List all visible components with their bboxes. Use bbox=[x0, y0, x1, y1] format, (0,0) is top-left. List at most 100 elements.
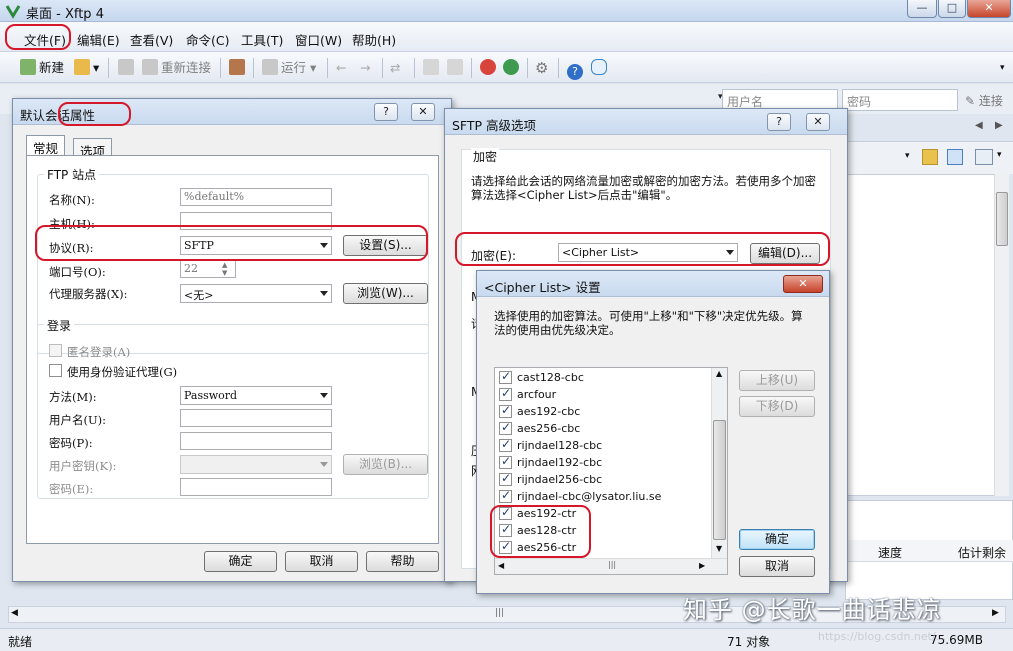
close-button[interactable]: ✕ bbox=[967, 0, 1011, 18]
auth-agent-checkbox[interactable] bbox=[49, 364, 62, 377]
connect-button[interactable]: ✎ 连接 bbox=[965, 92, 1003, 109]
col-speed[interactable]: 速度 bbox=[878, 544, 902, 561]
xshell-button[interactable] bbox=[480, 58, 499, 78]
menu-help[interactable]: 帮助(H) bbox=[352, 30, 396, 49]
scroll-thumb[interactable] bbox=[996, 192, 1008, 246]
tab-left-arrow-icon[interactable]: ◀ bbox=[975, 120, 983, 131]
menu-tools[interactable]: 工具(T) bbox=[241, 30, 283, 49]
run-button[interactable]: 运行 ▾ bbox=[262, 58, 316, 78]
dialog-close-icon[interactable]: ✕ bbox=[783, 275, 823, 293]
menu-edit[interactable]: 编辑(E) bbox=[77, 30, 120, 49]
cipher-checkbox[interactable] bbox=[499, 420, 512, 435]
back-arrow-icon[interactable]: ← bbox=[336, 58, 346, 78]
maximize-button[interactable]: □ bbox=[938, 0, 966, 18]
xftp-app-icon bbox=[5, 5, 21, 19]
cipher-list-vscroll[interactable]: ▲ ▼ bbox=[711, 368, 727, 558]
scroll-up-icon[interactable]: ▲ bbox=[716, 369, 722, 378]
userkey-select[interactable] bbox=[180, 455, 332, 474]
proxy-select[interactable]: <无> bbox=[180, 284, 332, 303]
remote-list-scrollbar[interactable] bbox=[994, 174, 1009, 496]
port-input[interactable]: 22 bbox=[180, 260, 236, 278]
menu-view[interactable]: 查看(V) bbox=[130, 30, 173, 49]
settings-button[interactable]: 设置(S)... bbox=[343, 235, 428, 256]
toolbar-overflow-icon[interactable]: ▾ bbox=[1000, 58, 1005, 78]
forward-arrow-icon[interactable]: → bbox=[360, 58, 370, 78]
view-mode-icon[interactable] bbox=[975, 149, 993, 165]
cipher-checkbox[interactable] bbox=[499, 539, 512, 554]
tab-options[interactable]: 选项 bbox=[73, 138, 113, 159]
cipher-checkbox[interactable] bbox=[499, 437, 512, 452]
username-input[interactable] bbox=[180, 409, 332, 427]
passphrase-input[interactable] bbox=[180, 478, 332, 496]
disconnect-button[interactable] bbox=[118, 58, 137, 78]
xftp-button[interactable] bbox=[503, 58, 522, 78]
menu-window[interactable]: 窗口(W) bbox=[295, 30, 342, 49]
scroll-thumb[interactable] bbox=[713, 420, 726, 540]
protocol-select[interactable]: SFTP bbox=[180, 236, 332, 255]
menu-command[interactable]: 命令(C) bbox=[186, 30, 229, 49]
session-cancel-button[interactable]: 取消 bbox=[285, 551, 358, 572]
cipher-checkbox[interactable] bbox=[499, 505, 512, 520]
userkey-browse-button[interactable]: 浏览(B)... bbox=[343, 454, 428, 475]
connect-label: 连接 bbox=[978, 94, 1003, 108]
move-down-button[interactable]: 下移(D) bbox=[739, 396, 815, 417]
cipher-checkbox[interactable] bbox=[499, 386, 512, 401]
cipher-checkbox[interactable] bbox=[499, 454, 512, 469]
paste-button[interactable] bbox=[447, 58, 466, 78]
chat-button[interactable] bbox=[591, 58, 610, 78]
properties-button[interactable] bbox=[229, 58, 248, 78]
cipher-select[interactable]: <Cipher List> bbox=[558, 243, 738, 262]
cipher-list-hscroll[interactable]: ◀ ||| ▶ bbox=[495, 558, 727, 574]
scroll-left-icon[interactable]: ◀ bbox=[11, 608, 18, 618]
new-session-button[interactable]: 新建 bbox=[20, 58, 64, 78]
scroll-right-icon[interactable]: ▶ bbox=[992, 608, 999, 618]
name-input[interactable]: %default% bbox=[180, 188, 332, 206]
scroll-left-icon[interactable]: ◀ bbox=[498, 561, 504, 570]
edit-cipher-button[interactable]: 编辑(D)... bbox=[750, 243, 820, 264]
session-ok-button[interactable]: 确定 bbox=[204, 551, 277, 572]
port-spinner-icon[interactable]: ▲ ▼ bbox=[222, 261, 227, 277]
cipher-name: aes256-cbc bbox=[517, 422, 581, 435]
password-input[interactable] bbox=[180, 432, 332, 450]
tab-general[interactable]: 常规 bbox=[26, 135, 66, 156]
anonymous-checkbox[interactable] bbox=[49, 344, 62, 357]
session-help-button[interactable]: 帮助 bbox=[366, 551, 439, 572]
dialog-close-icon[interactable]: ✕ bbox=[806, 113, 830, 131]
gear-icon[interactable]: ⚙ bbox=[535, 58, 548, 78]
password-field[interactable]: 密码 bbox=[842, 89, 958, 111]
minimize-button[interactable]: — bbox=[907, 0, 937, 18]
right-pane-path-bar: ▾ ▾ bbox=[845, 142, 1013, 174]
cipher-ok-button[interactable]: 确定 bbox=[739, 529, 815, 550]
method-select[interactable]: Password bbox=[180, 386, 332, 405]
cipher-checkbox[interactable] bbox=[499, 522, 512, 537]
reconnect-button[interactable]: 重新连接 bbox=[142, 58, 211, 78]
cipher-checkbox[interactable] bbox=[499, 369, 512, 384]
open-folder-button[interactable]: ▾ bbox=[74, 58, 99, 78]
menu-file[interactable]: 文件(F) bbox=[24, 30, 66, 49]
move-up-button[interactable]: 上移(U) bbox=[739, 370, 815, 391]
help-button[interactable]: ? bbox=[567, 58, 586, 80]
userkey-label: 用户密钥(K): bbox=[49, 459, 117, 473]
cipher-checkbox[interactable] bbox=[499, 471, 512, 486]
tab-right-arrow-icon[interactable]: ▶ bbox=[995, 120, 1003, 131]
dialog-help-icon[interactable]: ? bbox=[767, 113, 791, 131]
col-remaining[interactable]: 估计剩余 bbox=[958, 544, 1006, 561]
path-dropdown-icon[interactable]: ▾ bbox=[905, 151, 910, 161]
host-input[interactable] bbox=[180, 212, 332, 230]
dialog-close-icon[interactable]: ✕ bbox=[411, 103, 435, 121]
cipher-checkbox[interactable] bbox=[499, 488, 512, 503]
view-dropdown-icon[interactable]: ▾ bbox=[997, 150, 1002, 160]
cipher-checkbox[interactable] bbox=[499, 403, 512, 418]
parent-folder-icon[interactable] bbox=[922, 149, 938, 165]
dialog-help-icon[interactable]: ? bbox=[374, 103, 398, 121]
transfer-icon[interactable]: ⇄ bbox=[390, 58, 400, 78]
refresh-icon[interactable] bbox=[947, 149, 963, 165]
cipher-cancel-button[interactable]: 取消 bbox=[739, 556, 815, 577]
scroll-right-icon[interactable]: ▶ bbox=[699, 561, 705, 570]
username-label: 用户名(U): bbox=[49, 413, 107, 427]
proxy-browse-button[interactable]: 浏览(W)... bbox=[343, 283, 428, 304]
copy-button[interactable] bbox=[423, 58, 442, 78]
scroll-down-icon[interactable]: ▼ bbox=[716, 544, 722, 553]
remote-file-list[interactable] bbox=[845, 174, 995, 496]
cipher-listbox[interactable]: cast128-cbc arcfour aes192-cbc aes256-cbc ri… bbox=[494, 367, 728, 575]
